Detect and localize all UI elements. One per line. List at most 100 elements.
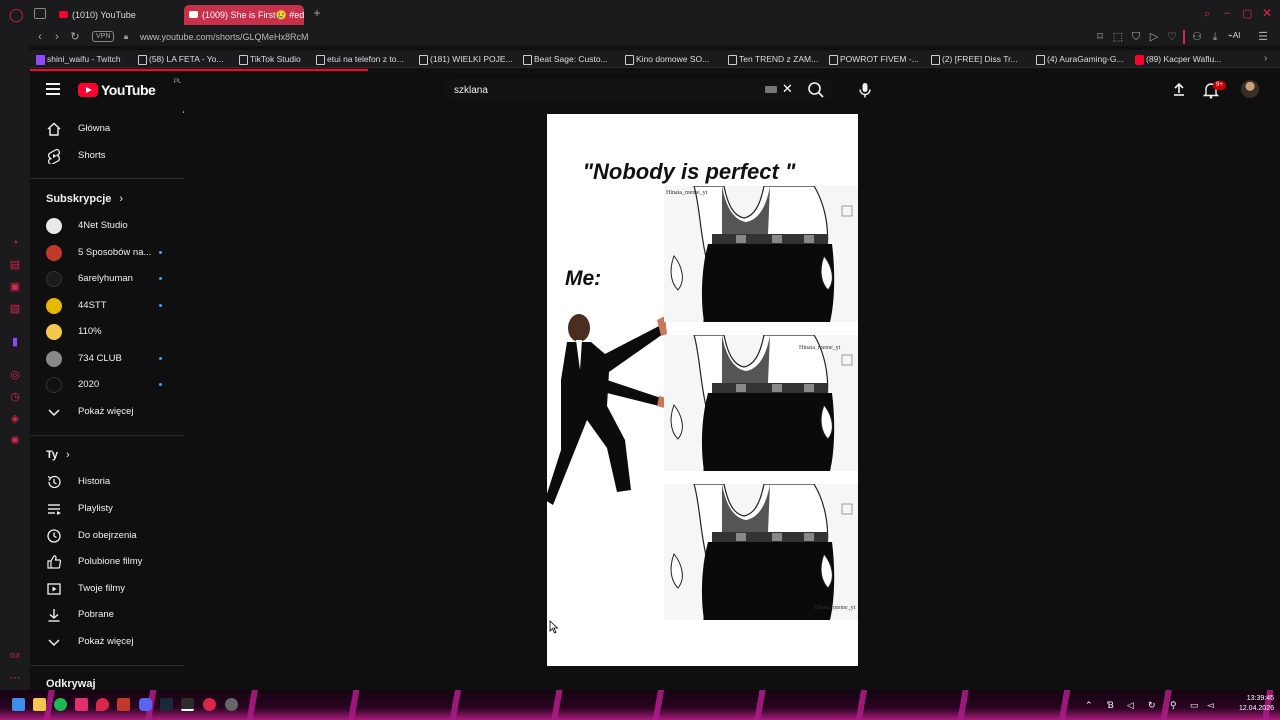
sidebar-app-icon-1[interactable]: ◔: [9, 237, 21, 249]
clear-search-icon[interactable]: ✕: [782, 82, 793, 96]
twitch-icon[interactable]: ▮: [9, 336, 21, 348]
tray-app-icon[interactable]: Ɓ: [1107, 699, 1114, 711]
tray-chevron-up-icon[interactable]: ⌃: [1085, 699, 1093, 711]
back-icon[interactable]: ‹: [33, 30, 47, 44]
discord-icon[interactable]: [139, 698, 152, 711]
show-more-you[interactable]: Pokaż więcej: [30, 630, 184, 654]
settings-icon[interactable]: ✺: [9, 435, 21, 447]
keyboard-icon[interactable]: [765, 86, 777, 93]
sidebar-app-icon-4[interactable]: ▧: [9, 303, 21, 315]
guide-item-downloads[interactable]: Pobrane: [30, 603, 184, 627]
minimize-icon[interactable]: –: [1224, 7, 1230, 19]
search-icon[interactable]: [806, 80, 826, 100]
forward-icon[interactable]: ›: [50, 30, 64, 44]
upload-icon[interactable]: [1171, 81, 1187, 97]
subscription-item[interactable]: 44STT: [30, 294, 184, 318]
aria-ai-button[interactable]: ⌁AI: [1228, 31, 1240, 40]
guide-item-your-videos[interactable]: Twoje filmy: [30, 577, 184, 601]
bookmark-item[interactable]: TikTok Studio: [239, 53, 301, 65]
subscription-item[interactable]: 110%: [30, 320, 184, 344]
bookmark-item[interactable]: (181) WIELKI POJE...: [419, 53, 513, 65]
guide-item-playlists[interactable]: Playlisty: [30, 497, 184, 521]
snapshot-icon[interactable]: ⬚: [1111, 30, 1125, 44]
bookmark-item[interactable]: Ten TREND z ZAM...: [728, 53, 818, 65]
bookmark-item[interactable]: (89) Kacper Waflu...: [1135, 53, 1221, 65]
new-content-dot: [159, 251, 162, 254]
download-icon[interactable]: ⤓: [1208, 30, 1222, 44]
microphone-icon[interactable]: [855, 80, 875, 100]
spotify-icon[interactable]: [54, 698, 67, 711]
bookmark-item[interactable]: POWROT FIVEM -...: [829, 53, 919, 65]
guide-item-shorts[interactable]: Shorts: [30, 144, 184, 168]
tray-display-icon[interactable]: ▭: [1190, 699, 1199, 711]
guide-menu-icon[interactable]: [46, 83, 60, 95]
subscriptions-heading[interactable]: Subskrypcje ›: [46, 193, 123, 205]
subscription-item[interactable]: 734 CLUB: [30, 347, 184, 371]
tab-short-active[interactable]: (1009) She is First😢 #ed: [184, 5, 304, 25]
subscription-item[interactable]: 2020: [30, 373, 184, 397]
settings-gear-icon[interactable]: [225, 698, 238, 711]
sidebar-app-icon-2[interactable]: ▤: [9, 259, 21, 271]
bookmarks-more-icon[interactable]: ›: [1264, 53, 1267, 64]
guide-item-liked[interactable]: Polubione filmy: [30, 550, 184, 574]
subscription-item[interactable]: 5 Sposobów na...: [30, 241, 184, 265]
channel-avatar: [46, 324, 62, 340]
bookmark-item[interactable]: (4) AuraGaming-G...: [1036, 53, 1124, 65]
menu-icon[interactable]: ☰: [1256, 30, 1270, 44]
bookmark-item[interactable]: (58) LA FETA - Yo...: [138, 53, 224, 65]
subscription-item[interactable]: 4Net Studio: [30, 214, 184, 238]
url-field[interactable]: www.youtube.com/shorts/GLQMeHx8RcM: [140, 30, 309, 44]
account-avatar[interactable]: [1241, 80, 1259, 98]
windows-start-icon[interactable]: [12, 698, 25, 711]
gx-icon[interactable]: GX: [9, 651, 21, 663]
shorts-video-player[interactable]: "Nobody is perfect " Me: Hinata_meme_yt: [547, 114, 858, 666]
lock-icon[interactable]: 🔒︎: [119, 30, 133, 44]
file-explorer-icon[interactable]: [33, 698, 46, 711]
show-more-subscriptions[interactable]: Pokaż więcej: [30, 400, 184, 424]
player-icon[interactable]: ▷: [1147, 30, 1161, 44]
shield-icon[interactable]: ⛉: [1129, 30, 1143, 44]
sidebar-app-icon-5[interactable]: ◎: [9, 369, 21, 381]
reload-icon[interactable]: ↻: [68, 30, 82, 44]
sidebar-app-icon-6[interactable]: ◈: [9, 413, 21, 425]
search-tabs-icon[interactable]: ⌕: [1204, 8, 1210, 21]
tray-mic-icon[interactable]: ⚲: [1170, 699, 1177, 711]
maps-pin-icon[interactable]: [96, 698, 109, 711]
bookmark-icon[interactable]: ⌑: [1093, 30, 1107, 44]
new-tab-button[interactable]: +: [311, 7, 323, 20]
guide-item-history[interactable]: Historia: [30, 470, 184, 494]
bookmark-item[interactable]: Kino domowe SO...: [625, 53, 709, 65]
workspaces-icon[interactable]: [34, 8, 46, 19]
history-icon[interactable]: ◷: [9, 391, 21, 403]
bookmark-item[interactable]: etui na telefon z to...: [316, 53, 404, 65]
you-title: Ty: [46, 449, 59, 461]
search-input[interactable]: [454, 83, 754, 97]
opera-logo-icon[interactable]: ◯: [9, 8, 24, 21]
heart-icon[interactable]: ♡: [1165, 30, 1179, 44]
instagram-icon[interactable]: [75, 698, 88, 711]
steam-icon[interactable]: [160, 698, 173, 711]
more-icon[interactable]: ⋯: [9, 672, 21, 684]
guide-item-watch-later[interactable]: Do obejrzenia: [30, 524, 184, 548]
sidebar-app-icon-3[interactable]: ▣: [9, 281, 21, 293]
app-m-icon[interactable]: [117, 698, 130, 711]
bookmark-item[interactable]: shini_waifu - Twitch: [36, 53, 121, 65]
you-heading[interactable]: Ty ›: [46, 449, 70, 461]
bookmark-item[interactable]: (2) [FREE] Diss Tr...: [931, 53, 1018, 65]
tray-volume-icon[interactable]: ◅: [1207, 699, 1214, 711]
guide-item-home[interactable]: Główna: [30, 117, 184, 141]
maximize-icon[interactable]: ▢: [1242, 7, 1252, 20]
tab-youtube[interactable]: (1010) YouTube: [54, 5, 182, 25]
bookmark-item[interactable]: Beat Sage: Custo...: [523, 53, 608, 65]
watch-later-icon: [47, 529, 61, 543]
opera-gx-icon[interactable]: [203, 698, 216, 711]
profile-icon[interactable]: ⚇: [1190, 30, 1204, 44]
tray-sync-icon[interactable]: ↻: [1148, 699, 1156, 711]
tray-speaker-icon[interactable]: ◁: [1127, 699, 1134, 711]
subscription-item[interactable]: 6arelyhuman: [30, 267, 184, 291]
terminal-icon[interactable]: [181, 698, 194, 711]
scroll-up-icon[interactable]: ▲: [181, 109, 184, 115]
system-clock[interactable]: 13:39:45 12.04.2026: [1222, 694, 1274, 714]
vpn-badge[interactable]: VPN: [92, 31, 115, 42]
close-window-icon[interactable]: ✕: [1262, 6, 1272, 20]
